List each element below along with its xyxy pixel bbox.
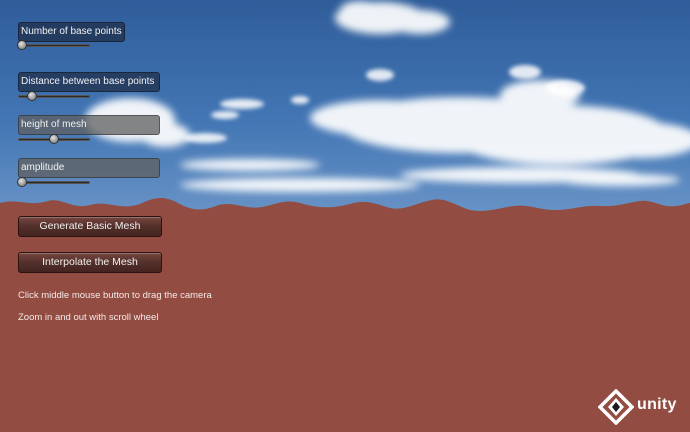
- unity-wordmark: unity: [637, 396, 677, 413]
- base-points-label-box: Number of base points: [18, 22, 125, 42]
- slider-track[interactable]: [18, 181, 90, 184]
- amplitude-label-box: amplitude: [18, 158, 160, 178]
- camera-hint: Click middle mouse button to drag the ca…: [18, 290, 212, 301]
- unity-logo: unity: [598, 389, 690, 425]
- slider-thumb[interactable]: [27, 91, 38, 101]
- height-label: height of mesh: [21, 119, 87, 130]
- slider-thumb[interactable]: [16, 40, 27, 50]
- amplitude-slider[interactable]: [16, 177, 90, 188]
- distance-slider[interactable]: [18, 91, 90, 102]
- base-points-label: Number of base points: [21, 26, 122, 37]
- height-label-box: height of mesh: [18, 115, 160, 135]
- interpolate-mesh-button[interactable]: Interpolate the Mesh: [18, 252, 162, 273]
- unity-cube-icon: [598, 389, 634, 425]
- amplitude-label: amplitude: [21, 162, 65, 173]
- slider-track[interactable]: [18, 44, 90, 47]
- slider-thumb[interactable]: [16, 177, 27, 187]
- distance-label: Distance between base points: [21, 76, 155, 87]
- base-points-slider[interactable]: [16, 40, 90, 51]
- height-slider[interactable]: [18, 134, 90, 145]
- slider-thumb[interactable]: [49, 134, 59, 144]
- distance-label-box: Distance between base points: [18, 72, 160, 92]
- zoom-hint: Zoom in and out with scroll wheel: [18, 312, 159, 323]
- generate-basic-mesh-button[interactable]: Generate Basic Mesh: [18, 216, 162, 237]
